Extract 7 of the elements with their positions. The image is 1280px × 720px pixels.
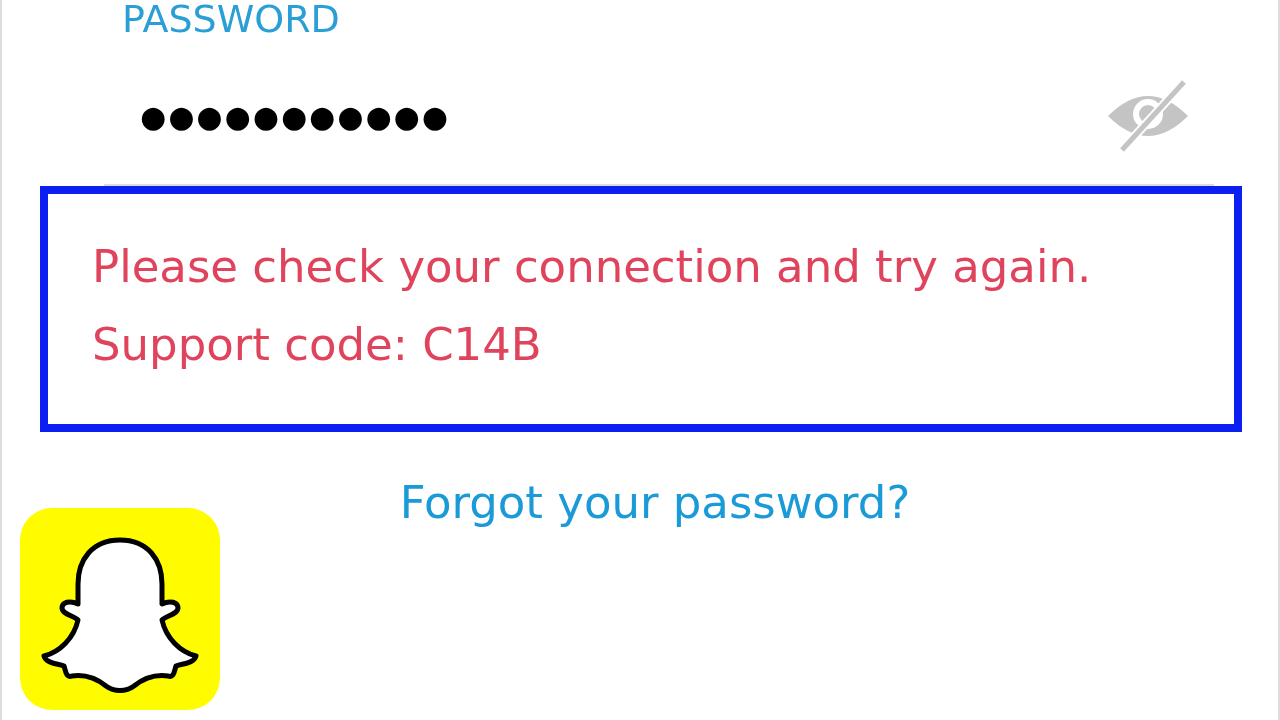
eye-slash-icon[interactable] [1106, 78, 1190, 154]
error-message: Please check your connection and try again. [92, 239, 1092, 295]
error-message: Support code: C14B [92, 317, 542, 373]
field-label: PASSWORD [121, 0, 341, 38]
ghost-logo-icon [20, 508, 220, 710]
password-field[interactable]: ●●●●●●●●●●● [104, 78, 1214, 186]
password-value: ●●●●●●●●●●● [140, 98, 450, 134]
